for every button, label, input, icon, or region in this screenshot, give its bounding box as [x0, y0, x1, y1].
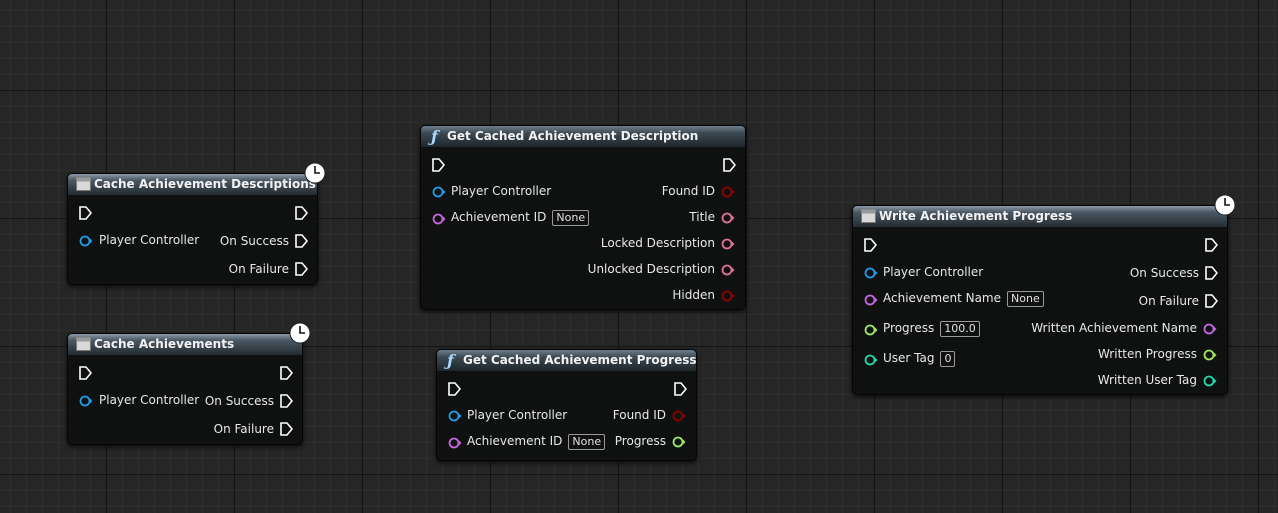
node-cache-achievement-descriptions[interactable]: Cache Achievement Descriptions Player Co… [67, 173, 318, 285]
player-controller-pin: Player Controller [99, 233, 200, 247]
on-success-pin: On Success [204, 394, 274, 408]
name-pin-icon[interactable] [864, 294, 878, 306]
found-id-pin: Found ID [612, 408, 666, 422]
achievement-id-field[interactable]: None [568, 434, 606, 450]
node-header[interactable]: Cache Achievement Descriptions [68, 174, 317, 195]
bool-pin-icon[interactable] [721, 290, 735, 302]
exec-out-pin[interactable] [294, 262, 308, 276]
written-user-tag-pin: Written User Tag [1097, 373, 1197, 387]
node-get-cached-achievement-description[interactable]: ƒ Get Cached Achievement Description Pla… [420, 125, 746, 310]
achievement-id-label: Achievement ID [451, 210, 547, 224]
progress-field[interactable]: 100.0 [940, 321, 980, 337]
int-pin-icon[interactable] [864, 354, 878, 366]
node-write-achievement-progress[interactable]: Write Achievement Progress Player Contro… [852, 205, 1228, 395]
hidden-pin: Hidden [672, 288, 715, 302]
macro-icon [76, 337, 91, 351]
name-pin-icon[interactable] [1203, 323, 1217, 335]
macro-icon [76, 177, 91, 191]
exec-in-pin[interactable] [447, 382, 461, 396]
object-pin-icon[interactable] [432, 186, 446, 198]
function-icon: ƒ [447, 351, 454, 370]
exec-out-pin[interactable] [1204, 266, 1218, 280]
exec-out-pin[interactable] [279, 366, 293, 380]
unlocked-description-pin: Unlocked Description [587, 262, 715, 276]
player-controller-pin: Player Controller [99, 393, 200, 407]
locked-description-pin: Locked Description [600, 236, 715, 250]
exec-out-pin[interactable] [279, 422, 293, 436]
name-pin-icon[interactable] [432, 213, 446, 225]
found-id-pin: Found ID [661, 184, 715, 198]
node-header[interactable]: Write Achievement Progress [853, 206, 1227, 227]
text-pin-icon[interactable] [721, 238, 735, 250]
float-pin-icon[interactable] [864, 324, 878, 336]
user-tag-field[interactable]: 0 [940, 351, 956, 367]
node-cache-achievements[interactable]: Cache Achievements Player Controller On … [67, 333, 303, 445]
exec-in-pin[interactable] [431, 158, 445, 172]
exec-out-pin[interactable] [294, 234, 308, 248]
achievement-id-field[interactable]: None [552, 210, 590, 226]
user-tag-pin: User Tag 0 [883, 351, 956, 367]
on-success-pin: On Success [219, 234, 289, 248]
player-controller-pin: Player Controller [451, 184, 552, 198]
macro-icon [861, 209, 876, 223]
object-pin-icon[interactable] [79, 395, 93, 407]
clock-icon [1214, 194, 1236, 216]
node-title: Cache Achievement Descriptions [94, 177, 316, 191]
achievement-name-pin: Achievement Name None [883, 291, 1044, 307]
exec-in-pin[interactable] [863, 238, 877, 252]
exec-out-pin[interactable] [279, 394, 293, 408]
object-pin-icon[interactable] [864, 267, 878, 279]
achievement-id-label: Achievement ID [467, 434, 563, 448]
node-header[interactable]: Cache Achievements [68, 334, 302, 355]
progress-label: Progress [883, 321, 935, 335]
achievement-id-pin: Achievement ID None [467, 434, 606, 450]
progress-input-pin: Progress 100.0 [883, 321, 980, 337]
bool-pin-icon[interactable] [721, 186, 735, 198]
node-header[interactable]: ƒ Get Cached Achievement Progress [437, 350, 697, 371]
title-pin: Title [689, 210, 715, 224]
on-failure-pin: On Failure [228, 262, 289, 276]
exec-out-pin[interactable] [722, 158, 736, 172]
node-title: Get Cached Achievement Description [447, 129, 699, 143]
player-controller-pin: Player Controller [467, 408, 568, 422]
written-progress-pin: Written Progress [1097, 347, 1197, 361]
achievement-name-label: Achievement Name [883, 291, 1002, 305]
node-title: Get Cached Achievement Progress [463, 353, 697, 367]
on-failure-pin: On Failure [1138, 294, 1199, 308]
exec-in-pin[interactable] [78, 206, 92, 220]
clock-icon [289, 322, 311, 344]
text-pin-icon[interactable] [721, 212, 735, 224]
exec-out-pin[interactable] [1204, 238, 1218, 252]
text-pin-icon[interactable] [721, 264, 735, 276]
node-header[interactable]: ƒ Get Cached Achievement Description [421, 126, 745, 147]
float-pin-icon[interactable] [1203, 349, 1217, 361]
exec-out-pin[interactable] [294, 206, 308, 220]
node-title: Cache Achievements [94, 337, 235, 351]
node-get-cached-achievement-progress[interactable]: ƒ Get Cached Achievement Progress Player… [436, 349, 697, 461]
object-pin-icon[interactable] [79, 235, 93, 247]
float-pin-icon[interactable] [672, 436, 686, 448]
written-achievement-name-pin: Written Achievement Name [1031, 321, 1197, 335]
player-controller-pin: Player Controller [883, 265, 984, 279]
achievement-id-pin: Achievement ID None [451, 210, 590, 226]
function-icon: ƒ [431, 127, 438, 146]
node-title: Write Achievement Progress [879, 209, 1073, 223]
exec-in-pin[interactable] [78, 366, 92, 380]
clock-icon [304, 162, 326, 184]
object-pin-icon[interactable] [448, 410, 462, 422]
name-pin-icon[interactable] [448, 437, 462, 449]
achievement-name-field[interactable]: None [1007, 291, 1044, 307]
user-tag-label: User Tag [883, 351, 935, 365]
on-success-pin: On Success [1129, 266, 1199, 280]
bool-pin-icon[interactable] [672, 410, 686, 422]
exec-out-pin[interactable] [673, 382, 687, 396]
exec-out-pin[interactable] [1204, 294, 1218, 308]
int-pin-icon[interactable] [1203, 375, 1217, 387]
progress-pin: Progress [614, 434, 666, 448]
on-failure-pin: On Failure [213, 422, 274, 436]
